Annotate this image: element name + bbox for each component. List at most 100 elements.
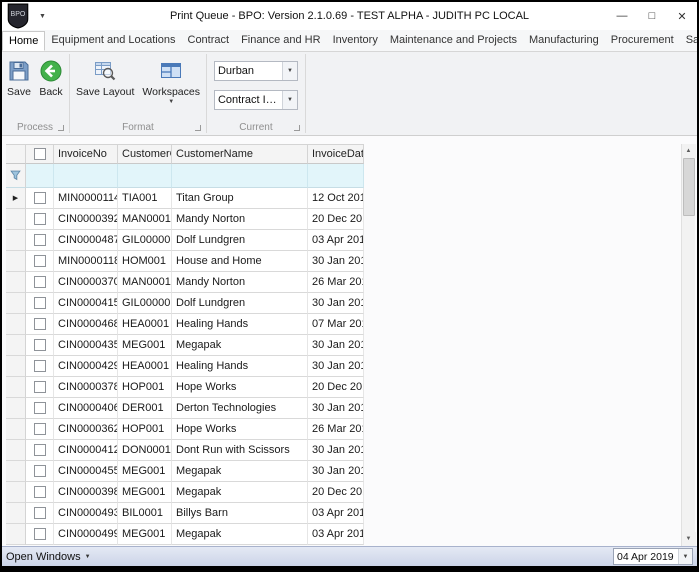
row-checkbox[interactable] — [26, 188, 54, 209]
current-dialog-launcher-icon[interactable] — [293, 125, 300, 131]
save-layout-button-label: Save Layout — [76, 86, 135, 98]
ribbon-separator — [304, 54, 306, 133]
app-window: BPO ▼ Print Queue - BPO: Version 2.1.0.6… — [0, 0, 699, 572]
table-row[interactable]: ▶ MIN0000114TIA001Titan Group12 Oct 2018 — [6, 188, 364, 209]
table-row[interactable]: CIN0000493BIL0001Billys Barn03 Apr 2019 — [6, 503, 364, 524]
table-row[interactable]: CIN0000435MEG001Megapak30 Jan 2019 — [6, 335, 364, 356]
save-layout-button[interactable]: Save Layout — [73, 56, 137, 101]
minimize-button[interactable]: — — [607, 5, 637, 27]
row-indicator — [6, 377, 26, 398]
row-checkbox[interactable] — [26, 377, 54, 398]
date-picker-dropdown-icon[interactable]: ▼ — [678, 549, 692, 564]
window-title: Print Queue - BPO: Version 2.1.0.69 - TE… — [169, 10, 530, 22]
cell-customername: Derton Technologies — [172, 398, 308, 419]
row-checkbox[interactable] — [26, 398, 54, 419]
table-row[interactable]: MIN0000118HOM001House and Home30 Jan 201… — [6, 251, 364, 272]
table-row[interactable]: CIN0000487 GIL000001 Dolf Lundgren 03 Apr 2… — [6, 230, 364, 251]
cell-invoiceno: CIN0000487 — [54, 230, 118, 251]
tab-maintenance-and-projects[interactable]: Maintenance and Projects — [384, 31, 523, 51]
open-windows-dropdown[interactable]: Open Windows ▼ — [6, 551, 91, 563]
site-combobox[interactable]: Durban ▼ — [213, 61, 298, 81]
table-row[interactable]: CIN0000468HEA0001Healing Hands07 Mar 201… — [6, 314, 364, 335]
cell-invoicedate: 30 Jan 2019 — [308, 335, 364, 356]
cell-customername: Megapak — [172, 524, 308, 545]
tab-home[interactable]: Home — [2, 31, 46, 51]
checkbox-icon — [33, 148, 46, 160]
workspaces-button[interactable]: Workspaces ▼ — [139, 56, 203, 108]
workspaces-dropdown-icon: ▼ — [168, 99, 175, 105]
checkbox-icon — [33, 339, 46, 351]
table-row[interactable]: CIN0000378HOP001Hope Works20 Dec 2018 — [6, 377, 364, 398]
cell-customercode: GIL000001 — [118, 230, 172, 251]
table-row[interactable]: CIN0000412 DON0001 Dont Run with Scissors 3… — [6, 440, 364, 461]
table-row[interactable]: CIN0000370MAN0001Mandy Norton26 Mar 2018 — [6, 272, 364, 293]
table-row[interactable]: CIN0000415 GIL000001 Dolf Lundgren 30 Jan 2… — [6, 293, 364, 314]
row-checkbox[interactable] — [26, 314, 54, 335]
format-dialog-launcher-icon[interactable] — [194, 125, 201, 131]
table-row[interactable]: CIN0000398MEG001Megapak20 Dec 2018 — [6, 482, 364, 503]
table-row[interactable]: CIN0000362HOP001Hope Works26 Mar 2018 — [6, 419, 364, 440]
filter-customercode-input[interactable] — [118, 164, 172, 188]
row-checkbox[interactable] — [26, 524, 54, 545]
tab-manufacturing[interactable]: Manufacturing — [523, 31, 605, 51]
table-row[interactable]: CIN0000455MEG001Megapak30 Jan 2019 — [6, 461, 364, 482]
table-row[interactable]: CIN0000499MEG001Megapak03 Apr 2019 — [6, 524, 364, 545]
row-indicator — [6, 419, 26, 440]
close-button[interactable]: ✕ — [667, 5, 697, 27]
row-checkbox[interactable] — [26, 419, 54, 440]
checkbox-icon — [33, 255, 46, 267]
row-checkbox[interactable] — [26, 461, 54, 482]
cell-invoiceno: MIN0000118 — [54, 251, 118, 272]
tab-inventory[interactable]: Inventory — [327, 31, 384, 51]
table-row[interactable]: CIN0000392MAN0001Mandy Norton20 Dec 2018 — [6, 209, 364, 230]
row-checkbox[interactable] — [26, 230, 54, 251]
tab-procurement[interactable]: Procurement — [605, 31, 680, 51]
row-checkbox[interactable] — [26, 272, 54, 293]
back-button[interactable]: Back — [36, 56, 66, 101]
column-header-customercode[interactable]: CustomerCode — [118, 145, 172, 164]
site-combobox-value: Durban — [217, 65, 255, 77]
row-checkbox[interactable] — [26, 293, 54, 314]
tab-sales[interactable]: Sales — [680, 31, 697, 51]
document-type-combobox-dropdown-icon[interactable]: ▼ — [281, 91, 297, 109]
cell-customercode: HOP001 — [118, 377, 172, 398]
row-indicator — [6, 314, 26, 335]
filter-invoicedate-input[interactable] — [308, 164, 364, 188]
process-dialog-launcher-icon[interactable] — [58, 125, 64, 131]
table-row[interactable]: CIN0000429HEA0001Healing Hands30 Jan 201… — [6, 356, 364, 377]
row-indicator — [6, 440, 26, 461]
column-header-customername[interactable]: CustomerName — [172, 145, 308, 164]
tab-finance-and-hr[interactable]: Finance and HR — [235, 31, 327, 51]
select-all-checkbox[interactable] — [26, 145, 54, 164]
quick-access-dropdown-icon[interactable]: ▼ — [39, 13, 46, 20]
cell-invoicedate: 26 Mar 2018 — [308, 419, 364, 440]
document-type-combobox[interactable]: Contract Inv... ▼ — [213, 90, 298, 110]
vertical-scrollbar[interactable]: ▲ ▼ — [681, 144, 696, 546]
date-picker[interactable]: 04 Apr 2019 ▼ — [613, 548, 693, 565]
back-arrow-icon — [40, 60, 62, 82]
group-label-process: Process — [16, 122, 54, 133]
tab-contract[interactable]: Contract — [182, 31, 236, 51]
filter-invoiceno-input[interactable] — [54, 164, 118, 188]
scroll-up-icon[interactable]: ▲ — [681, 144, 696, 158]
row-checkbox[interactable] — [26, 356, 54, 377]
filter-customername-input[interactable] — [172, 164, 308, 188]
scrollbar-thumb[interactable] — [682, 158, 695, 216]
column-header-invoiceno[interactable]: InvoiceNo — [54, 145, 118, 164]
row-checkbox[interactable] — [26, 335, 54, 356]
scroll-down-icon[interactable]: ▼ — [681, 532, 696, 546]
row-checkbox[interactable] — [26, 440, 54, 461]
save-button[interactable]: Save — [4, 56, 34, 101]
cell-invoiceno: CIN0000412 — [54, 440, 118, 461]
site-combobox-dropdown-icon[interactable]: ▼ — [281, 62, 297, 80]
column-header-invoicedate[interactable]: InvoiceDate — [308, 145, 364, 164]
maximize-button[interactable]: □ — [637, 5, 667, 27]
row-checkbox[interactable] — [26, 209, 54, 230]
row-checkbox[interactable] — [26, 503, 54, 524]
tab-equipment-and-locations[interactable]: Equipment and Locations — [45, 31, 181, 51]
cell-customercode: TIA001 — [118, 188, 172, 209]
row-checkbox[interactable] — [26, 251, 54, 272]
cell-invoiceno: CIN0000392 — [54, 209, 118, 230]
row-checkbox[interactable] — [26, 482, 54, 503]
table-row[interactable]: CIN0000406 DER001 Derton Technologies 30 Ja… — [6, 398, 364, 419]
